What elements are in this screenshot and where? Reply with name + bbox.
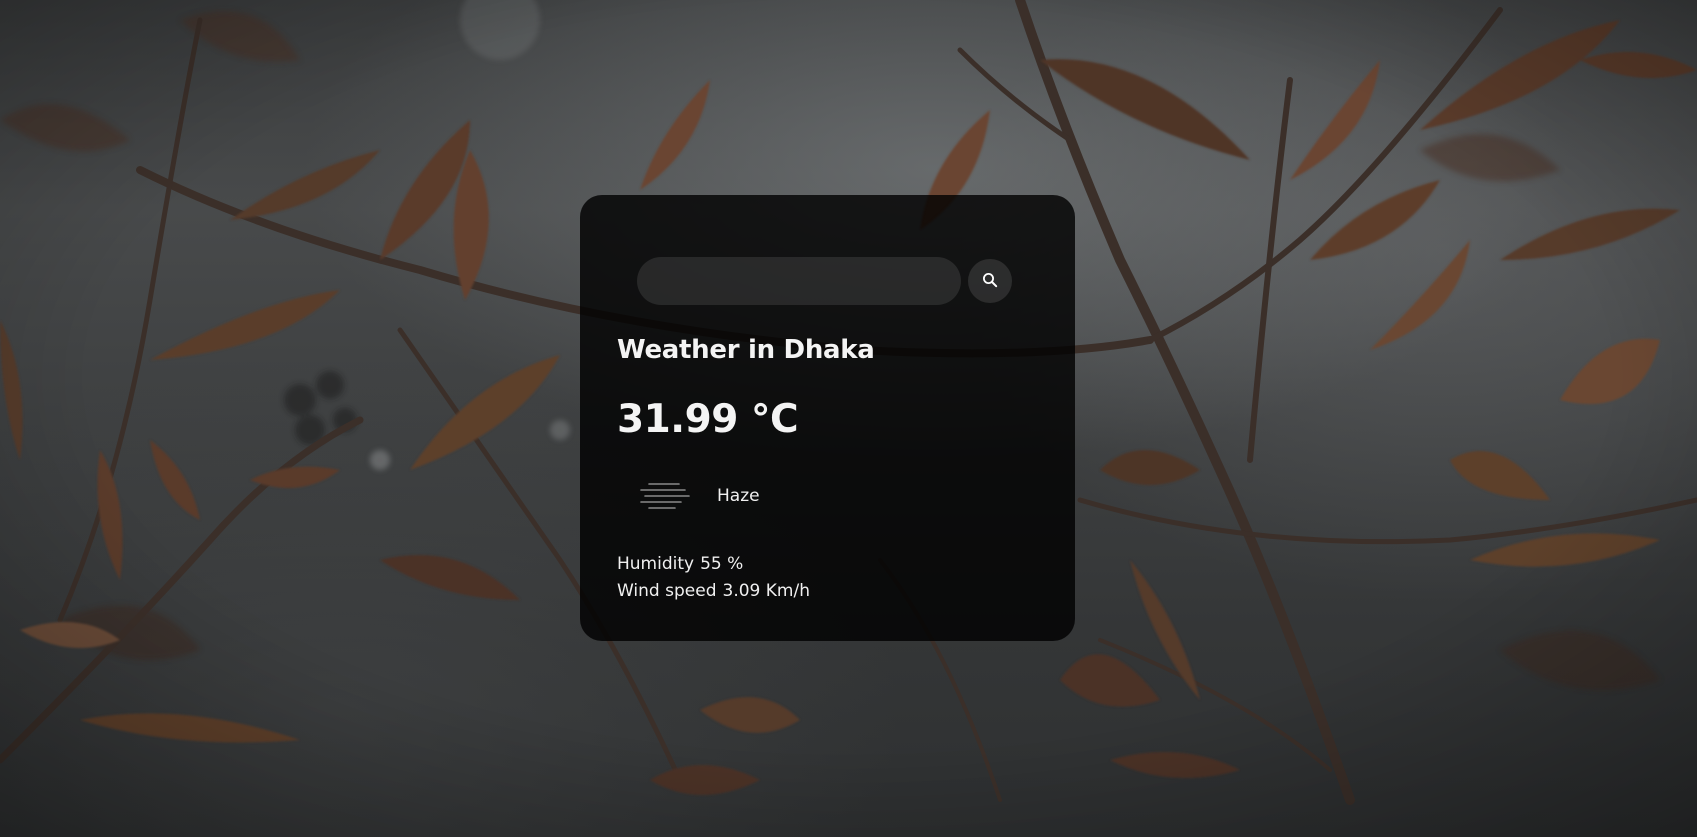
humidity-value: 55 % <box>700 554 744 574</box>
city-title: Weather in Dhaka <box>617 335 875 365</box>
wind-value: 3.09 Km/h <box>722 581 810 601</box>
weather-card: Weather in Dhaka 31.99 °C Haze Humidity … <box>580 195 1075 641</box>
search-icon <box>982 272 998 291</box>
condition-text: Haze <box>717 486 760 506</box>
wind-label: Wind speed <box>617 581 717 601</box>
humidity-row: Humidity 55 % <box>617 551 810 578</box>
haze-icon <box>635 473 691 519</box>
wind-row: Wind speed 3.09 Km/h <box>617 578 810 605</box>
weather-details: Humidity 55 % Wind speed 3.09 Km/h <box>617 551 810 605</box>
search-input[interactable] <box>637 257 961 305</box>
search-bar <box>637 257 1012 305</box>
search-button[interactable] <box>968 259 1012 303</box>
humidity-label: Humidity <box>617 554 695 574</box>
weather-condition: Haze <box>635 473 760 519</box>
temperature-value: 31.99 °C <box>617 397 799 442</box>
